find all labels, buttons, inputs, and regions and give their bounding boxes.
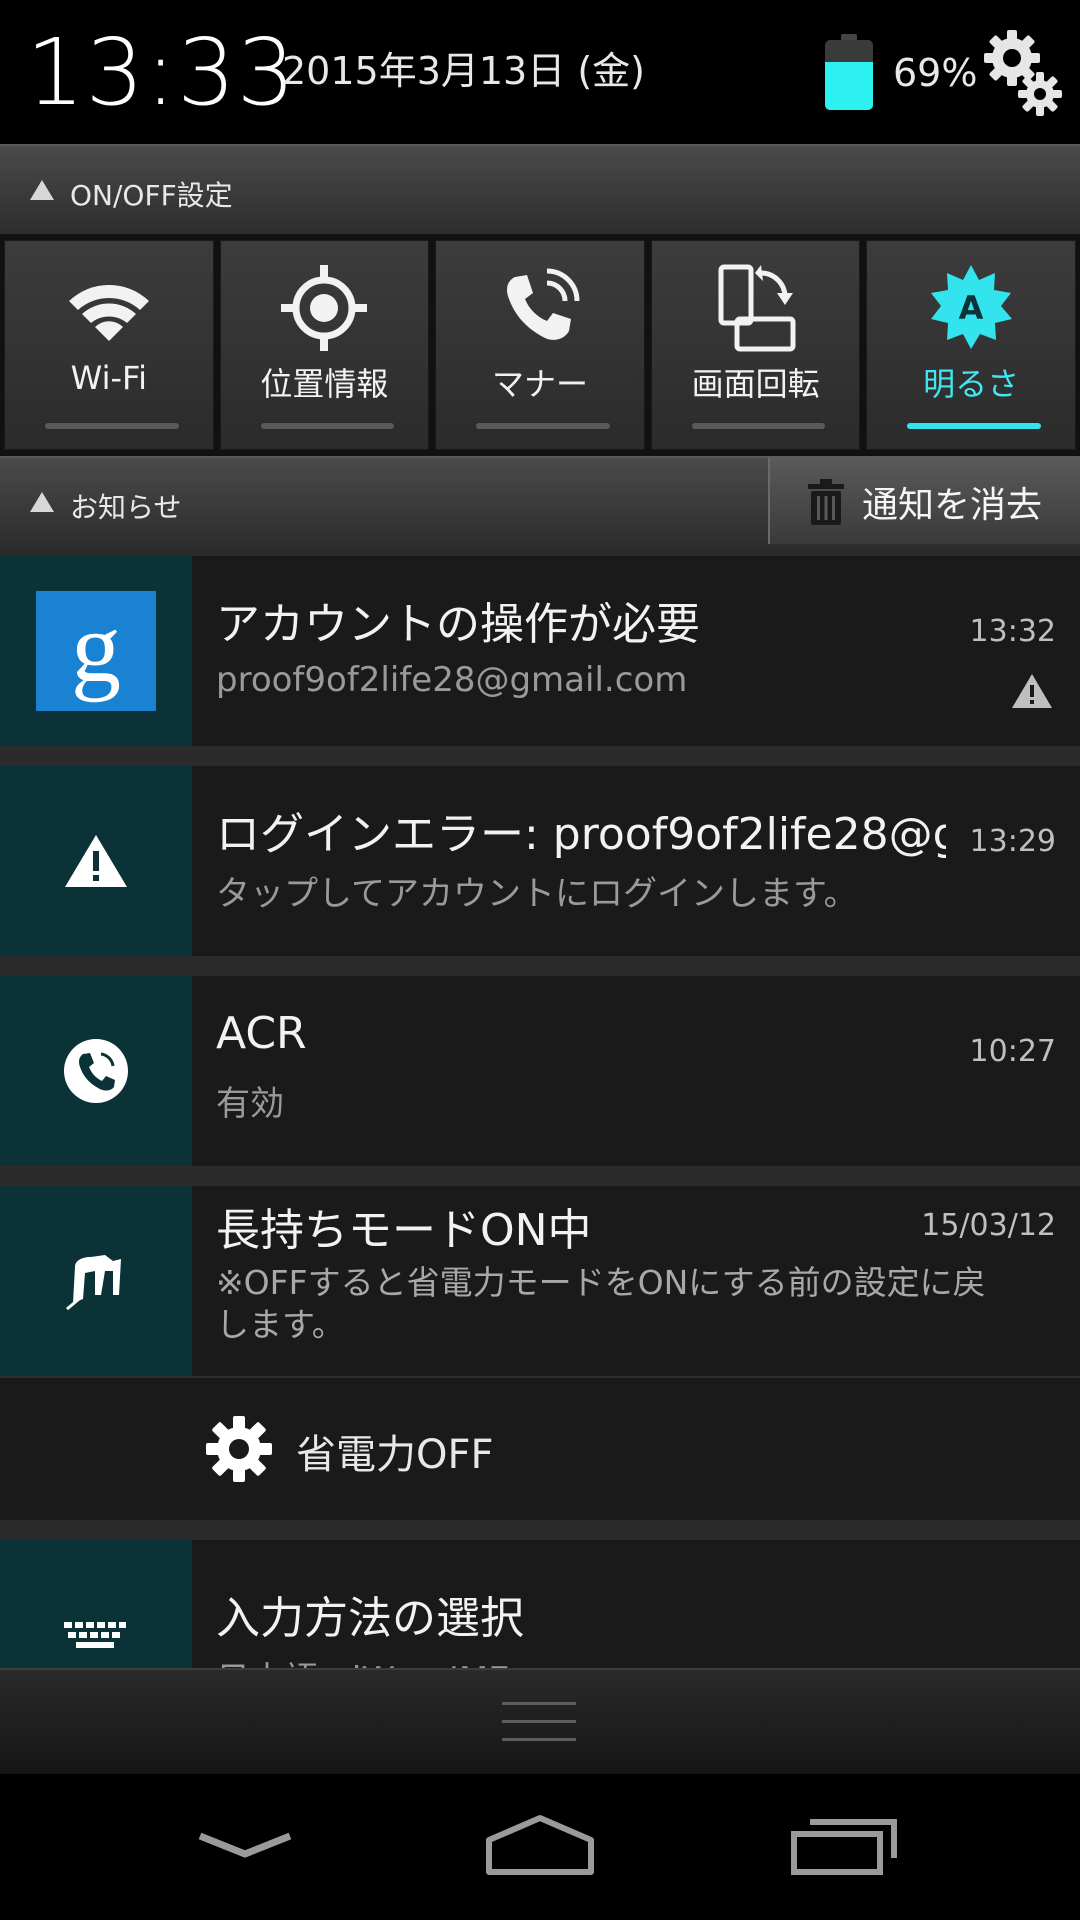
notification-title: アカウントの操作が必要	[216, 599, 700, 650]
toggle-label: マナー	[491, 365, 588, 403]
clock[interactable]: 13:33	[26, 18, 296, 128]
notification-list[interactable]: g アカウントの操作が必要 proof9of2life28@gmail.com …	[0, 546, 1080, 1668]
notification-text: proof9of2life28@gmail.com	[216, 660, 688, 700]
notification-text-line1: ※OFFすると省電力モードをONにする前の設定に戻	[216, 1263, 986, 1302]
home-icon[interactable]	[475, 1806, 605, 1886]
toggle-indicator	[907, 423, 1041, 429]
screen-rotation-icon	[718, 264, 796, 352]
notification-login-error[interactable]: ログインエラー: proof9of2life28@gr タップしてアカウントにロ…	[0, 766, 1080, 956]
notification-text-line2: します。	[216, 1305, 345, 1344]
drag-handle-icon	[502, 1702, 576, 1746]
battery-mode-icon	[66, 1255, 121, 1311]
recents-icon[interactable]	[780, 1806, 910, 1886]
back-icon[interactable]	[180, 1806, 310, 1886]
warning-icon	[1012, 674, 1052, 708]
toggle-location[interactable]: 位置情報	[219, 240, 430, 450]
notification-title: ACR	[216, 1008, 307, 1059]
gear-icon[interactable]	[980, 26, 1064, 118]
battery-icon	[825, 34, 873, 110]
location-icon	[281, 265, 368, 351]
gear-icon	[206, 1416, 272, 1482]
svg-text:g: g	[71, 592, 121, 703]
clear-notifications-button[interactable]: 通知を消去	[768, 458, 1080, 544]
power-save-off-action[interactable]: 省電力OFF	[0, 1378, 1080, 1520]
shade-drag-handle[interactable]	[0, 1668, 1080, 1774]
quick-settings-title: ON/OFF設定	[70, 179, 233, 212]
wifi-icon	[68, 285, 149, 341]
toggle-brightness[interactable]: A 明るさ	[866, 240, 1076, 450]
phone-icon	[64, 1039, 128, 1103]
notification-time: 10:27	[969, 1034, 1056, 1069]
toggle-label: 位置情報	[260, 365, 389, 403]
warning-icon	[65, 835, 127, 887]
notifications-header[interactable]: お知らせ 通知を消去	[0, 456, 1080, 546]
notification-text: 有効	[216, 1084, 284, 1124]
toggle-wifi[interactable]: Wi-Fi	[4, 240, 214, 450]
notification-acr[interactable]: ACR 有効 10:27	[0, 976, 1080, 1166]
toggle-indicator	[691, 423, 826, 429]
notification-title: 長持ちモードON中	[216, 1205, 592, 1256]
trash-icon	[808, 479, 844, 525]
google-icon: g	[36, 591, 156, 711]
quick-toggles: Wi-Fi 位置情報 マナー 画面回転 A 明るさ	[0, 234, 1080, 456]
toggle-screen-rotation[interactable]: 画面回転	[650, 240, 861, 450]
notification-time: 13:32	[969, 614, 1056, 649]
toggle-label: 画面回転	[691, 365, 820, 403]
date[interactable]: 2015年3月13日 (金)	[282, 46, 645, 96]
svg-text:A: A	[959, 289, 984, 327]
toggle-indicator	[45, 423, 179, 429]
notification-title: 入力方法の選択	[216, 1593, 524, 1644]
toggle-manner-mode[interactable]: マナー	[435, 240, 645, 450]
clear-notifications-label: 通知を消去	[862, 485, 1043, 526]
notification-time: 13:29	[969, 824, 1056, 859]
power-save-off-label: 省電力OFF	[296, 1432, 494, 1478]
notification-text: タップしてアカウントにログインします。	[216, 874, 858, 914]
notification-time: 15/03/12	[921, 1208, 1056, 1243]
navigation-bar	[0, 1774, 1080, 1920]
notification-account-action[interactable]: g アカウントの操作が必要 proof9of2life28@gmail.com …	[0, 556, 1080, 746]
notification-text: 日本語 - iWnn IME	[216, 1652, 510, 1668]
notification-long-life-mode[interactable]: 長持ちモードON中 ※OFFすると省電力モードをONにする前の設定に戻 します。…	[0, 1186, 1080, 1376]
brightness-auto-icon: A	[931, 265, 1013, 349]
toggle-label: Wi-Fi	[70, 359, 147, 397]
notification-input-method[interactable]: 入力方法の選択 日本語 - iWnn IME	[0, 1540, 1080, 1668]
toggle-label: 明るさ	[923, 365, 1020, 403]
quick-settings-header[interactable]: ON/OFF設定	[0, 144, 1080, 234]
collapse-triangle-icon	[30, 492, 54, 512]
toggle-indicator	[476, 423, 610, 429]
keyboard-icon	[64, 1622, 126, 1648]
notification-title: ログインエラー: proof9of2life28@gr	[216, 809, 946, 860]
manner-mode-icon	[506, 268, 580, 340]
status-header: 13:33 2015年3月13日 (金) 69%	[0, 0, 1080, 144]
notifications-title: お知らせ	[70, 491, 182, 524]
collapse-triangle-icon	[30, 180, 54, 200]
toggle-indicator	[260, 423, 395, 429]
battery-percent: 69%	[893, 51, 978, 95]
